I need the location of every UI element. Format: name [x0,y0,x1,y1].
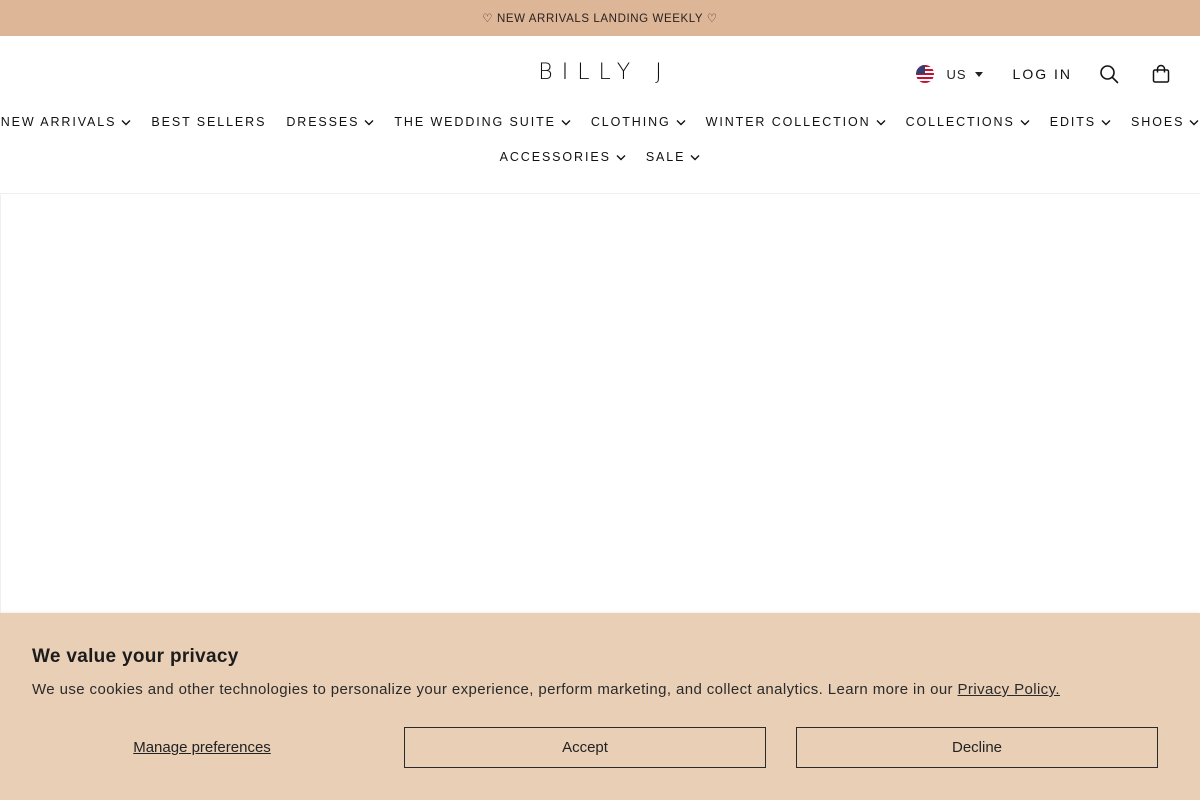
chevron-down-icon [364,119,374,126]
search-icon[interactable] [1098,63,1120,85]
manage-preferences-link[interactable]: Manage preferences [32,727,372,768]
chevron-down-icon [676,119,686,126]
cookie-banner: We value your privacy We use cookies and… [0,613,1200,800]
nav-item-label: SHOES [1131,115,1185,129]
hero-image-area [0,195,1200,613]
nav-item-accessories[interactable]: ACCESSORIES [500,150,626,164]
chevron-down-icon [690,154,700,161]
caret-down-icon [974,71,983,77]
nav-item-label: BEST SELLERS [151,115,267,129]
nav-item-label: ACCESSORIES [499,150,611,164]
nav-item-new-arrivals[interactable]: NEW ARRIVALS [1,115,132,129]
announcement-text: ♡ NEW ARRIVALS LANDING WEEKLY ♡ [482,13,718,25]
decline-button[interactable]: Decline [796,727,1158,768]
announcement-bar: ♡ NEW ARRIVALS LANDING WEEKLY ♡ [0,0,1200,36]
chevron-down-icon [1020,119,1030,126]
main-nav-row-2: ACCESSORIES SALE [0,150,1200,164]
site-header: BILLY J US LOG IN NEW ARRIVALS BEST SELLE… [0,36,1200,194]
nav-item-shoes[interactable]: SHOES [1131,115,1199,129]
cookie-banner-title: We value your privacy [32,646,239,667]
nav-item-clothing[interactable]: CLOTHING [591,115,686,129]
nav-item-label: NEW ARRIVALS [0,115,117,129]
nav-item-dresses[interactable]: DRESSES [286,115,374,129]
nav-item-label: THE WEDDING SUITE [394,115,556,129]
cookie-banner-text: We use cookies and other technologies to… [32,681,1060,698]
shopping-bag-icon[interactable] [1150,63,1172,85]
nav-item-label: EDITS [1049,115,1097,129]
accept-button[interactable]: Accept [404,727,766,768]
country-code: US [946,66,967,82]
us-flag-icon [916,65,935,83]
nav-item-edits[interactable]: EDITS [1050,115,1111,129]
privacy-policy-link[interactable]: Privacy Policy. [958,681,1060,698]
nav-item-collections[interactable]: COLLECTIONS [906,115,1030,129]
nav-item-the-wedding-suite[interactable]: THE WEDDING SUITE [394,115,571,129]
nav-item-label: COLLECTIONS [905,115,1015,129]
nav-item-label: WINTER COLLECTION [705,115,871,129]
nav-item-label: CLOTHING [590,115,671,129]
chevron-down-icon [1101,119,1111,126]
login-link[interactable]: LOG IN [1013,66,1072,82]
nav-item-label: SALE [645,150,686,164]
main-nav-row-1: NEW ARRIVALS BEST SELLERS DRESSES THE WEDDI… [0,115,1200,129]
chevron-down-icon [1189,119,1199,126]
chevron-down-icon [616,154,626,161]
nav-item-winter-collection[interactable]: WINTER COLLECTION [706,115,886,129]
nav-item-label: DRESSES [286,115,360,129]
header-tools: US LOG IN [916,62,1172,86]
nav-item-best-sellers[interactable]: BEST SELLERS [151,115,266,129]
chevron-down-icon [876,119,886,126]
cookie-banner-body: We use cookies and other technologies to… [32,681,958,698]
chevron-down-icon [561,119,571,126]
nav-item-sale[interactable]: SALE [646,150,701,164]
country-selector[interactable]: US [916,65,983,83]
chevron-down-icon [121,119,131,126]
